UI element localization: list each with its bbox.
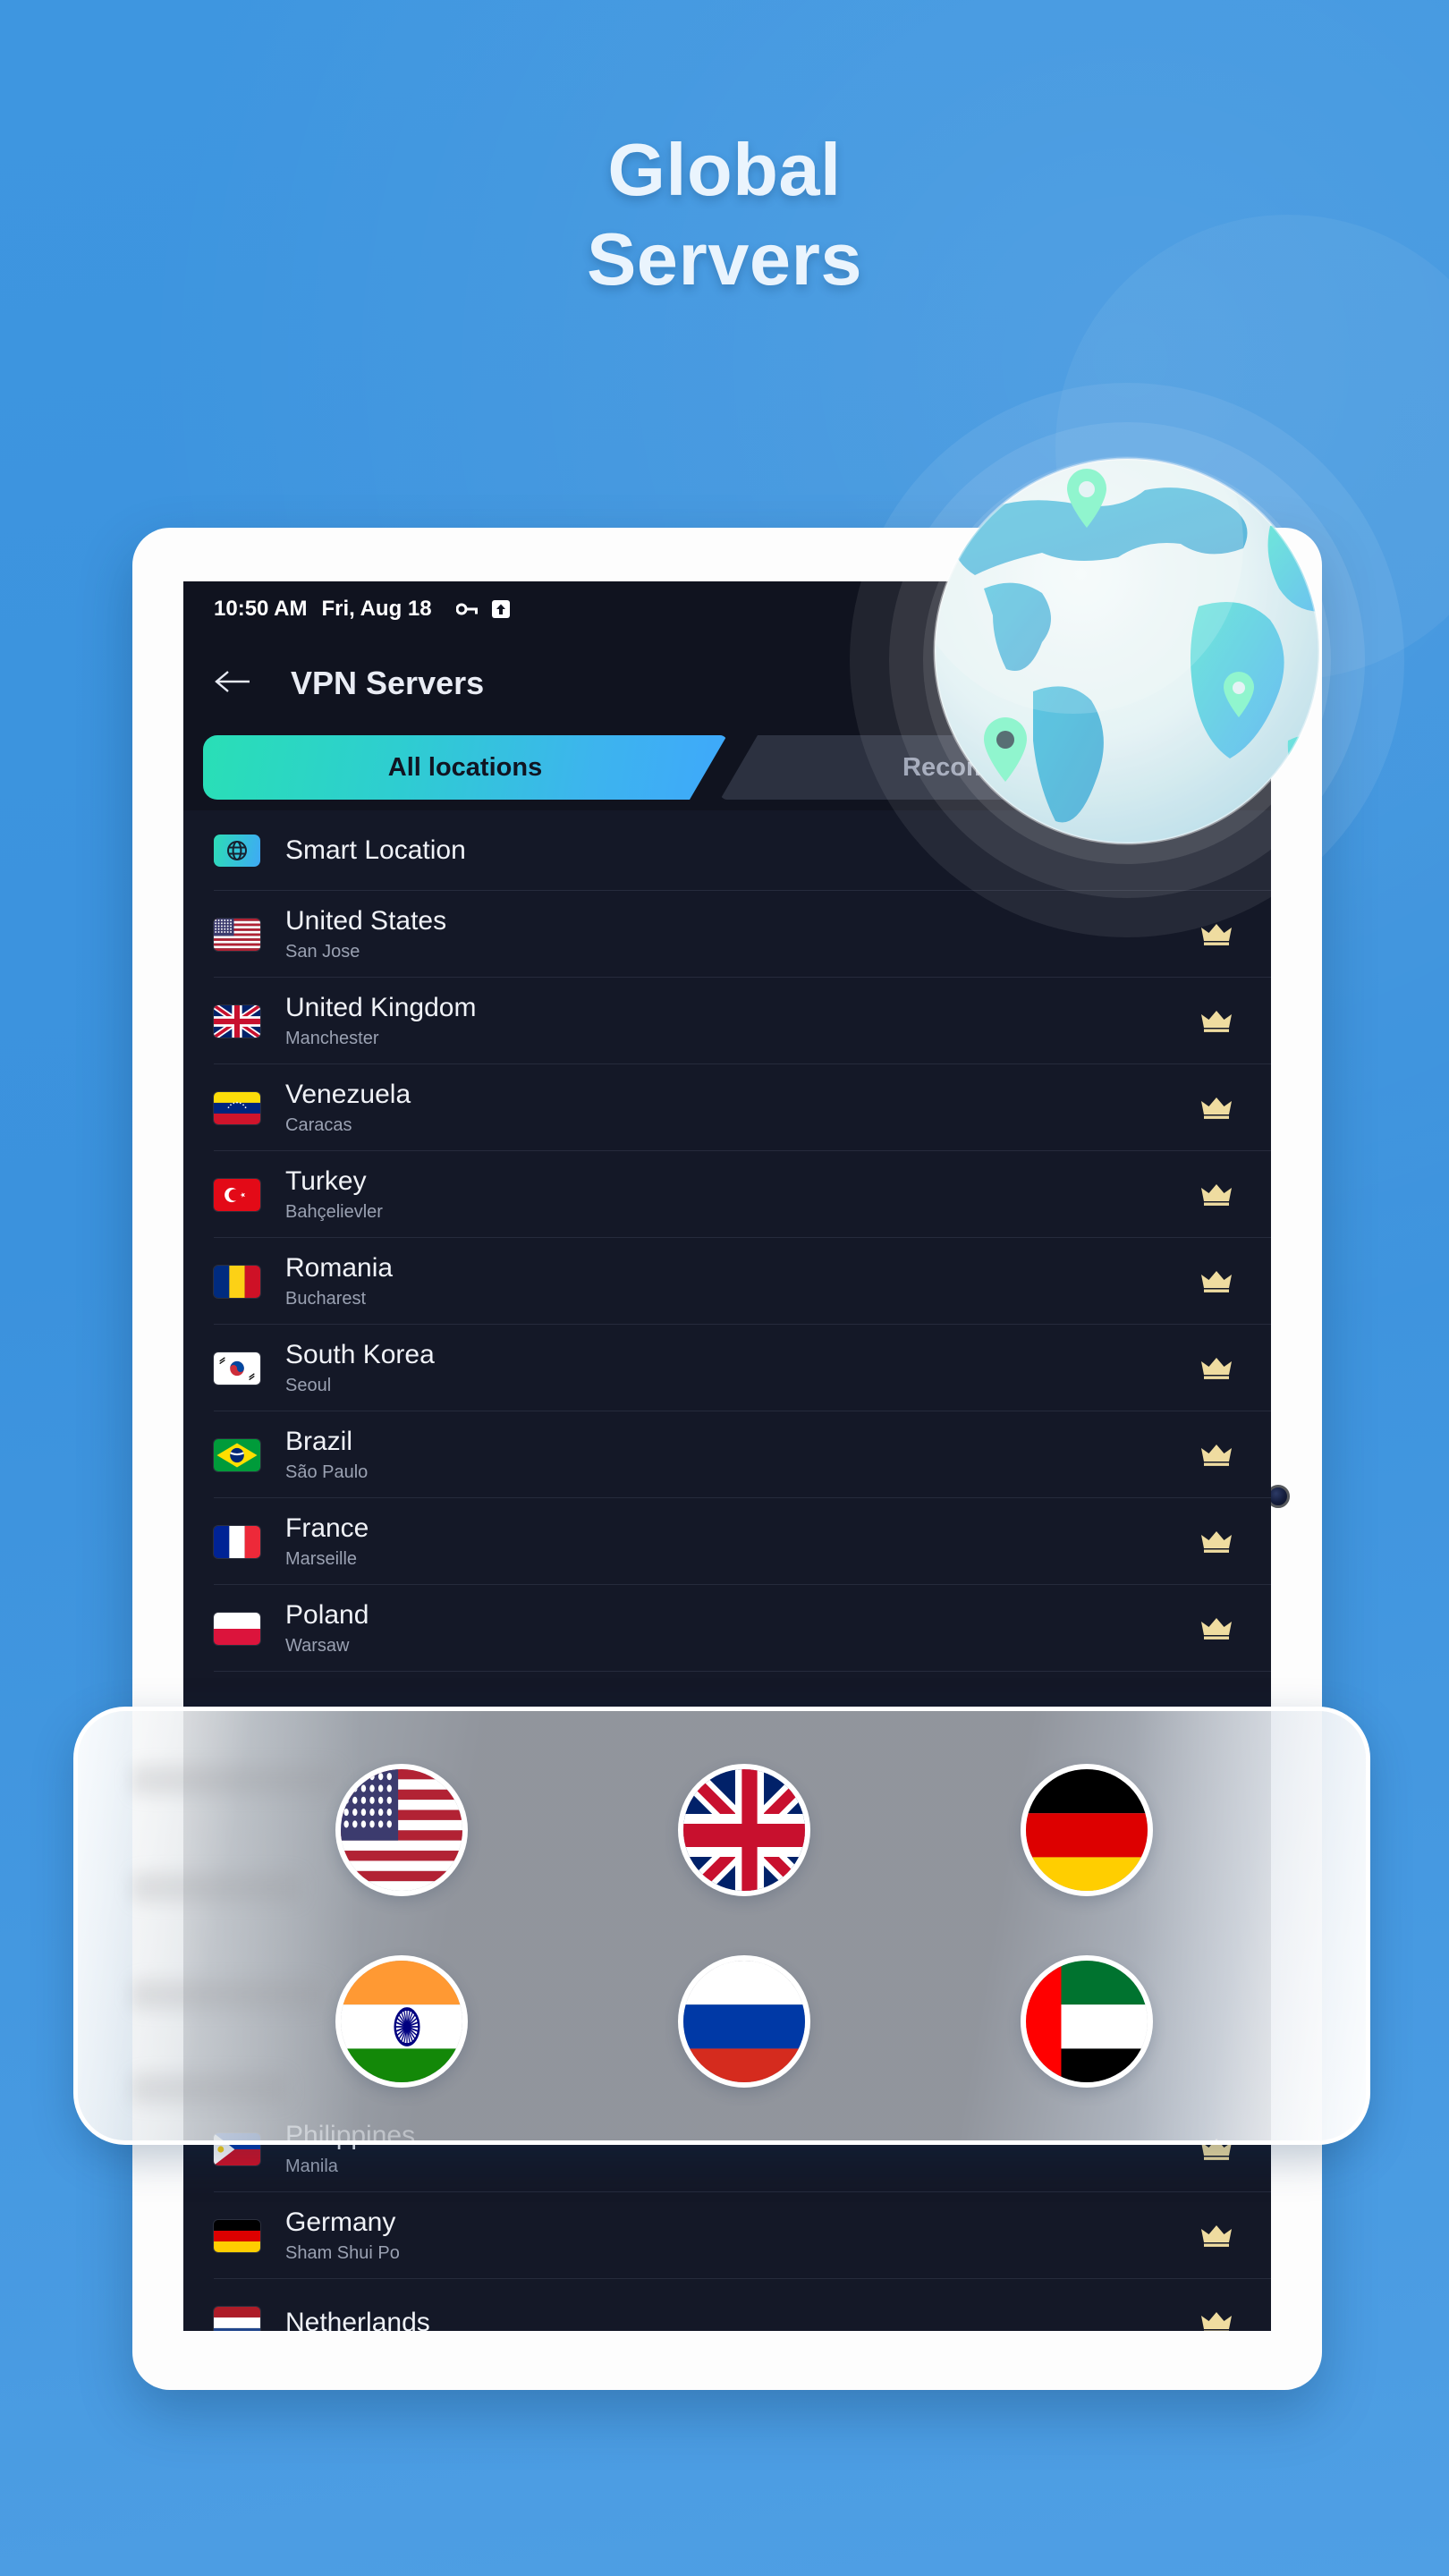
server-country-name: Romania — [285, 1253, 394, 1283]
premium-crown-icon — [1201, 2311, 1232, 2331]
server-city-name: Caracas — [285, 1115, 352, 1135]
flag-icon-br — [214, 1438, 260, 1471]
flag-icon-ro — [214, 1265, 260, 1298]
flag-highlight-overlay — [73, 1707, 1370, 2145]
server-item-text: Brazil São Paulo — [285, 1427, 1201, 1483]
premium-crown-icon — [1201, 1097, 1232, 1120]
page-title: Global Servers — [0, 125, 1449, 303]
server-item-text: Smart Location — [285, 835, 1241, 866]
server-item-text: Poland Warsaw — [285, 1600, 1201, 1657]
server-list-item[interactable]: Turkey Bahçelievler — [183, 1151, 1271, 1238]
server-country-name: Venezuela — [285, 1080, 411, 1109]
flag-icon-gb — [214, 1004, 260, 1038]
premium-crown-icon — [1201, 1270, 1232, 1293]
server-list-item[interactable]: Venezuela Caracas — [183, 1064, 1271, 1151]
tab-recommended[interactable]: Recommended — [720, 735, 1244, 800]
page-title-line1: Global — [607, 128, 842, 211]
server-country-name: Turkey — [285, 1166, 367, 1196]
premium-crown-icon — [1201, 1183, 1232, 1207]
server-country-name: Germany — [285, 2207, 396, 2237]
status-bar-icons — [455, 599, 511, 619]
server-city-name: Bucharest — [285, 1289, 367, 1309]
page-heading: VPN Servers — [291, 665, 485, 701]
flag-icon-nl — [214, 2306, 260, 2331]
vpn-key-icon — [455, 603, 478, 615]
premium-crown-icon — [1201, 1357, 1232, 1380]
server-city-name: San Jose — [285, 942, 360, 962]
premium-crown-icon — [1201, 1617, 1232, 1640]
flag-icon-ve — [214, 1091, 260, 1124]
server-list-item[interactable]: Romania Bucharest — [183, 1238, 1271, 1325]
app-bar: VPN Servers — [183, 637, 1271, 730]
status-bar-time: 10:50 AM — [214, 597, 308, 621]
back-arrow-icon[interactable] — [214, 668, 251, 699]
server-city-name: Bahçelievler — [285, 1202, 383, 1222]
server-city-name: São Paulo — [285, 1462, 369, 1482]
smart-location-globe-icon — [214, 835, 260, 867]
premium-crown-icon — [1201, 2224, 1232, 2248]
server-country-name: France — [285, 1513, 369, 1543]
server-country-name: United Kingdom — [285, 993, 477, 1022]
server-list-item[interactable]: Smart Location — [183, 810, 1271, 891]
server-list-item[interactable]: Brazil São Paulo — [183, 1411, 1271, 1498]
server-city-name: Manila — [285, 2157, 338, 2176]
premium-crown-icon — [1201, 1010, 1232, 1033]
flag-icon-tr — [214, 1178, 260, 1211]
server-city-name: Manchester — [285, 1029, 379, 1048]
server-item-text: Venezuela Caracas — [285, 1080, 1201, 1136]
server-list-item[interactable]: South Korea Seoul — [183, 1325, 1271, 1411]
flag-circle-grid — [78, 1711, 1366, 2140]
server-item-text: Netherlands — [285, 2308, 1201, 2332]
server-item-text: United States San Jose — [285, 906, 1201, 962]
flag-icon-pl — [214, 1612, 260, 1645]
server-country-name: United States — [285, 906, 447, 936]
flag-circle-us — [335, 1764, 468, 1896]
server-list-item[interactable]: Netherlands — [183, 2279, 1271, 2331]
status-bar-date: Fri, Aug 18 — [321, 597, 432, 621]
flag-circle-gb — [677, 1764, 810, 1896]
tab-all-locations-label: All locations — [387, 752, 543, 782]
tab-recommended-label: Recommended — [902, 752, 1089, 782]
server-list-item[interactable]: Germany Sham Shui Po — [183, 2192, 1271, 2279]
tab-all-locations[interactable]: All locations — [203, 735, 727, 800]
server-list-item[interactable]: Poland Warsaw — [183, 1585, 1271, 1672]
server-country-name: Poland — [285, 1600, 369, 1630]
premium-crown-icon — [1201, 1530, 1232, 1554]
server-list-item[interactable]: France Marseille — [183, 1498, 1271, 1585]
flag-icon-fr — [214, 1525, 260, 1558]
server-city-name: Seoul — [285, 1376, 332, 1395]
server-item-text: United Kingdom Manchester — [285, 993, 1201, 1049]
server-item-text: Turkey Bahçelievler — [285, 1166, 1201, 1223]
flag-icon-de — [214, 2219, 260, 2252]
server-city-name: Warsaw — [285, 1636, 350, 1656]
tab-bar: All locations Recommended — [183, 730, 1271, 810]
flag-circle-in — [335, 1955, 468, 2088]
server-list-item[interactable]: United Kingdom Manchester — [183, 978, 1271, 1064]
flag-icon-kr — [214, 1352, 260, 1385]
server-city-name: Sham Shui Po — [285, 2243, 400, 2263]
server-city-name: Marseille — [285, 1549, 358, 1569]
server-country-name: Brazil — [285, 1427, 353, 1456]
flag-circle-de — [1021, 1764, 1154, 1896]
server-country-name: Netherlands — [285, 2307, 430, 2332]
server-country-name: Smart Location — [285, 835, 466, 865]
server-item-text: Romania Bucharest — [285, 1253, 1201, 1309]
premium-crown-icon — [1201, 923, 1232, 946]
flag-circle-ru — [677, 1955, 810, 2088]
server-item-text: Germany Sham Shui Po — [285, 2207, 1201, 2264]
server-item-text: South Korea Seoul — [285, 1340, 1201, 1396]
server-country-name: South Korea — [285, 1340, 435, 1369]
server-list-item[interactable]: United States San Jose — [183, 891, 1271, 978]
status-bar: 10:50 AM Fri, Aug 18 — [183, 581, 1271, 637]
flag-circle-ae — [1021, 1955, 1154, 2088]
page-title-line2: Servers — [586, 216, 863, 301]
upload-box-icon — [491, 600, 510, 618]
flag-icon-us — [214, 918, 260, 951]
server-item-text: France Marseille — [285, 1513, 1201, 1570]
premium-crown-icon — [1201, 1444, 1232, 1467]
